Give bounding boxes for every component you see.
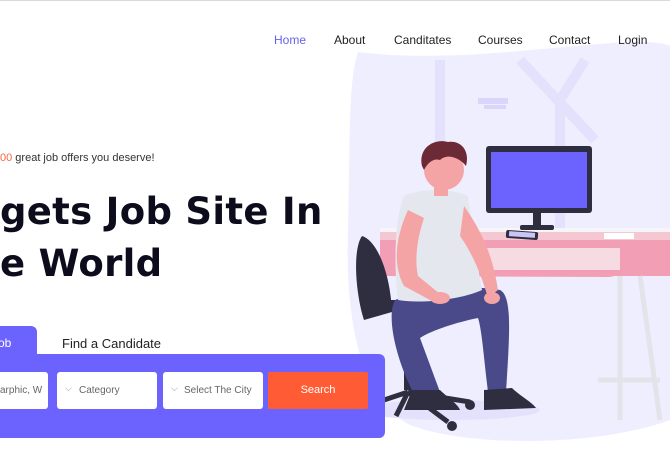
nav-courses[interactable]: Courses [478,33,523,49]
tab-find-job[interactable]: ob [0,326,37,360]
keyword-input-value: arphic, W [0,385,43,396]
category-select-label: Category [79,385,120,396]
search-button[interactable]: Search [268,372,368,409]
chevron-down-icon: ⌵ [171,383,178,393]
nav-contact[interactable]: Contact [549,33,590,49]
city-select[interactable]: ⌵ Select The City [163,372,263,409]
tab-find-job-label: ob [0,336,12,350]
nav-login[interactable]: Login [618,33,647,49]
headline-line-1: gets Job Site In [0,190,323,233]
city-select-label: Select The City [184,385,252,396]
nav-candidates[interactable]: Canditates [394,33,451,49]
promo-text: great job offers you deserve! [12,152,155,164]
nav-about[interactable]: About [334,33,365,49]
keyword-input[interactable]: arphic, W [0,372,48,409]
headline-line-2: e World [0,242,163,285]
nav-home[interactable]: Home [274,33,306,49]
chevron-down-icon: ⌵ [65,383,72,393]
tab-find-candidate[interactable]: Find a Candidate [62,336,161,351]
promo-highlight: 00 [0,152,13,164]
promo-line: 00 great job offers you deserve! [0,152,155,164]
category-select[interactable]: ⌵ Category [57,372,157,409]
